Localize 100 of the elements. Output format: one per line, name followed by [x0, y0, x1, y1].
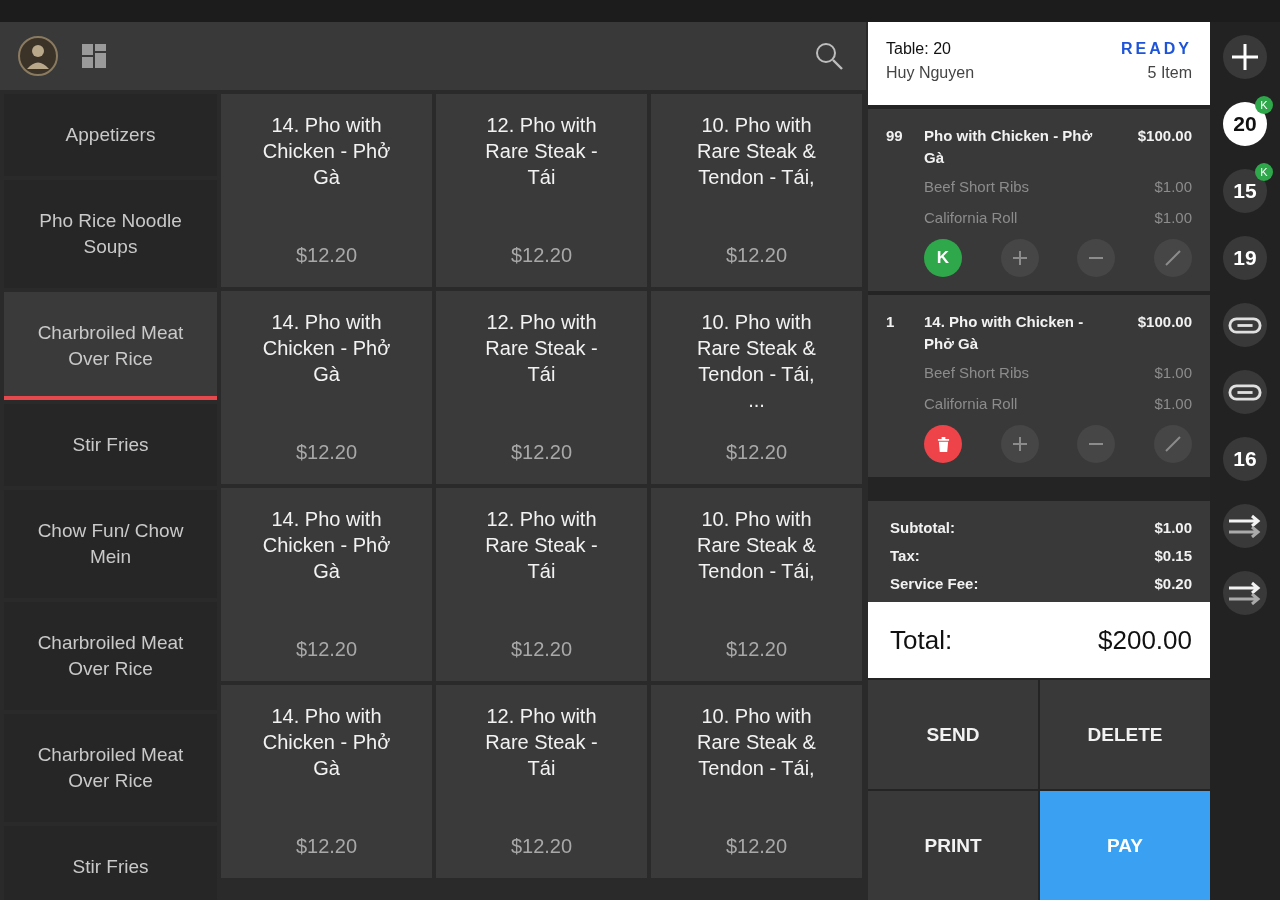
menu-item-price: $12.20 [510, 638, 573, 661]
add-button[interactable] [1223, 35, 1267, 79]
menu-item-price: $12.20 [510, 244, 573, 267]
category-tab[interactable]: Pho Rice Noodle Soups [4, 180, 217, 288]
summary-label: Service Fee: [890, 575, 979, 592]
link-icon [1228, 383, 1262, 401]
plus-icon [1011, 250, 1028, 266]
menu-item-tile[interactable]: 10. Pho with Rare Steak & Tendon - Tái, $12.20 [651, 488, 862, 681]
search-icon[interactable] [814, 41, 844, 71]
link-icon [1228, 316, 1262, 334]
line-quantity: 99 [886, 126, 904, 146]
menu-item-name: 14. Pho with Chicken - Phở Gà [261, 310, 392, 387]
menu-item-tile[interactable]: 14. Pho with Chicken - Phở Gà $12.20 [221, 685, 432, 878]
menu-item-name: 12. Pho with Rare Steak - Tái [484, 507, 599, 584]
menu-item-price: $12.20 [510, 835, 573, 858]
summary-label: Tax: [890, 547, 920, 564]
table-button[interactable]: 19 [1223, 236, 1267, 280]
double-arrow-icon [1228, 514, 1262, 538]
menu-item-name: 10. Pho with Rare Steak & Tendon - Tái, [696, 704, 817, 781]
menu-item-price: $12.20 [725, 835, 788, 858]
modifier-name: Beef Short Ribs [924, 177, 1030, 197]
table-button[interactable]: 16 [1223, 437, 1267, 481]
grid-icon[interactable] [82, 44, 106, 68]
menu-item-tile[interactable]: 14. Pho with Chicken - Phở Gà $12.20 [221, 94, 432, 287]
menu-item-price: $12.20 [295, 441, 358, 464]
menu-item-tile[interactable]: 10. Pho with Rare Steak & Tendon - Tái, $12.20 [651, 94, 862, 287]
order-action-button[interactable]: SEND [868, 680, 1038, 789]
slash-icon [1163, 249, 1182, 267]
order-action-button[interactable]: DELETE [1040, 680, 1210, 789]
menu-item-price: $12.20 [295, 638, 358, 661]
increase-button[interactable] [1000, 425, 1039, 463]
link-button[interactable] [1223, 370, 1267, 414]
trash-icon [936, 436, 950, 452]
category-tab[interactable]: Chow Fun/ Chow Mein [4, 490, 217, 598]
edit-button[interactable] [1153, 425, 1192, 463]
summary-value: $1.00 [1154, 519, 1192, 536]
plus-icon [1230, 42, 1260, 72]
menu-item-price: $12.20 [725, 244, 788, 267]
summary-value: $0.20 [1154, 575, 1192, 592]
category-tab[interactable]: Charbroiled Meat Over Rice [4, 714, 217, 822]
minus-icon [1088, 256, 1105, 260]
line-price: $100.00 [1137, 126, 1192, 146]
line-quantity: 1 [886, 312, 896, 332]
menu-item-tile[interactable]: 10. Pho with Rare Steak & Tendon - Tái, ... $12.20 [651, 291, 862, 484]
menu-item-tile[interactable]: 12. Pho with Rare Steak - Tái $12.20 [436, 291, 647, 484]
menu-item-name: 12. Pho with Rare Steak - Tái [484, 310, 599, 387]
menu-item-price: $12.20 [725, 638, 788, 661]
customer-name: Huy Nguyen [886, 64, 975, 82]
modifier-name: Beef Short Ribs [924, 363, 1030, 383]
menu-item-price: $12.20 [510, 441, 573, 464]
menu-item-name: 10. Pho with Rare Steak & Tendon - Tái, ... [696, 310, 817, 413]
slash-icon [1163, 435, 1182, 453]
category-tab[interactable]: Appetizers [4, 94, 217, 176]
double-arrow-icon [1228, 581, 1262, 605]
menu-item-tile[interactable]: 14. Pho with Chicken - Phở Gà $12.20 [221, 291, 432, 484]
link-button[interactable] [1223, 303, 1267, 347]
menu-item-name: 14. Pho with Chicken - Phở Gà [261, 113, 392, 190]
menu-item-tile[interactable]: 10. Pho with Rare Steak & Tendon - Tái, $12.20 [651, 685, 862, 878]
menu-item-tile[interactable]: 14. Pho with Chicken - Phở Gà $12.20 [221, 488, 432, 681]
menu-item-price: $12.20 [295, 835, 358, 858]
menu-item-name: 12. Pho with Rare Steak - Tái [484, 704, 599, 781]
menu-item-tile[interactable]: 12. Pho with Rare Steak - Tái $12.20 [436, 488, 647, 681]
total-value: $200.00 [1098, 624, 1192, 656]
menu-item-name: 14. Pho with Chicken - Phở Gà [261, 507, 392, 584]
menu-item-tile[interactable]: 12. Pho with Rare Steak - Tái $12.20 [436, 685, 647, 878]
menu-item-name: 12. Pho with Rare Steak - Tái [484, 113, 599, 190]
line-price: $100.00 [1137, 312, 1192, 332]
kitchen-badge: K [1255, 96, 1273, 114]
category-tab[interactable]: Stir Fries [4, 826, 217, 900]
menu-item-name: 10. Pho with Rare Steak & Tendon - Tái, [696, 113, 817, 190]
menu-item-name: 10. Pho with Rare Steak & Tendon - Tái, [696, 507, 817, 584]
plus-icon [1011, 436, 1028, 452]
modifier-price: $1.00 [1154, 363, 1192, 383]
order-action-button[interactable]: PRINT [868, 791, 1038, 900]
category-tab[interactable]: Stir Fries [4, 404, 217, 486]
delete-button[interactable] [924, 425, 962, 463]
table-number: Table: 20 [886, 40, 951, 58]
order-status: READY [1121, 40, 1192, 58]
kitchen-badge: K [1255, 163, 1273, 181]
edit-button[interactable] [1153, 239, 1192, 277]
category-tab[interactable]: Charbroiled Meat Over Rice [4, 602, 217, 710]
menu-item-tile[interactable]: 12. Pho with Rare Steak - Tái $12.20 [436, 94, 647, 287]
modifier-price: $1.00 [1154, 394, 1192, 414]
line-item-name: 14. Pho with Chicken - Phở Gà [924, 312, 1085, 354]
line-item-name: Pho with Chicken - Phở Gà [924, 126, 1094, 168]
item-count: 5 Item [1147, 64, 1192, 82]
menu-item-price: $12.20 [725, 441, 788, 464]
minus-icon [1088, 442, 1105, 446]
menu-item-name: 14. Pho with Chicken - Phở Gà [261, 704, 392, 781]
transfer-button[interactable] [1223, 571, 1267, 615]
menu-item-price: $12.20 [295, 244, 358, 267]
modifier-name: California Roll [924, 208, 1018, 228]
avatar-icon[interactable] [18, 36, 58, 76]
summary-value: $0.15 [1154, 547, 1192, 564]
summary-label: Subtotal: [890, 519, 955, 536]
modifier-price: $1.00 [1154, 208, 1192, 228]
transfer-button[interactable] [1223, 504, 1267, 548]
total-label: Total: [890, 624, 953, 656]
category-tab[interactable]: Charbroiled Meat Over Rice [4, 292, 217, 400]
increase-button[interactable] [1000, 239, 1039, 277]
